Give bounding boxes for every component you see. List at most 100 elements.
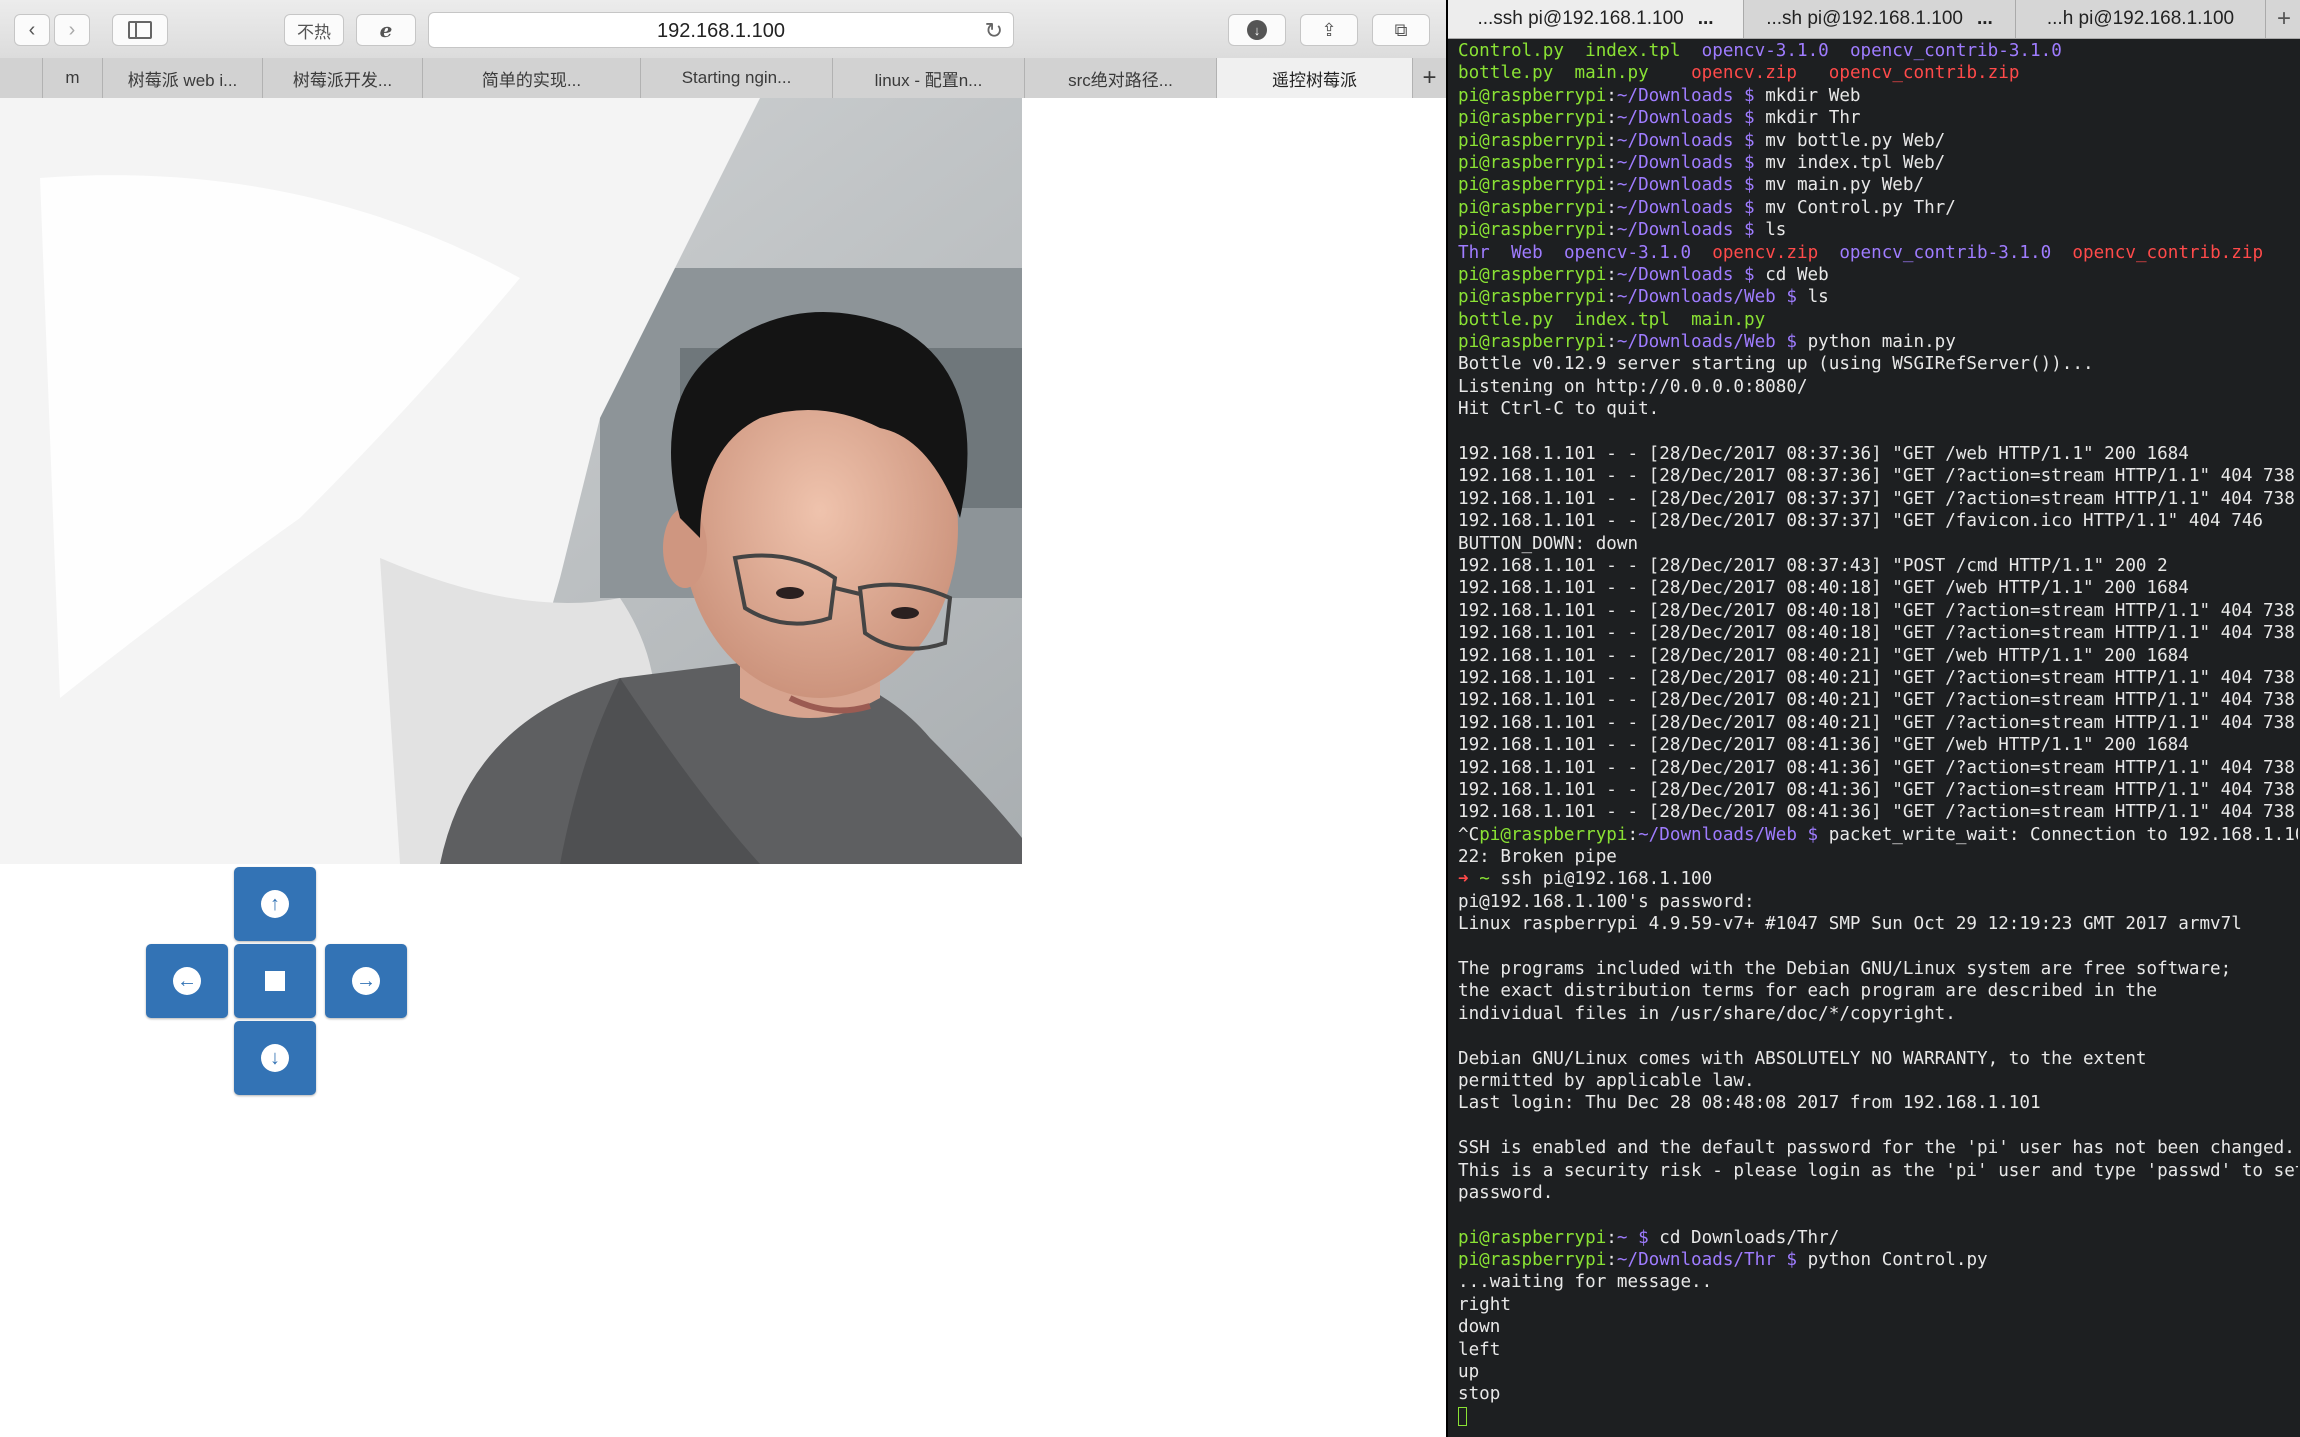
terminal-tab[interactable]: ...sh pi@192.168.1.100...	[1744, 0, 2016, 38]
right-button[interactable]: →	[325, 944, 407, 1018]
page-content: ↑ ← → ↓	[0, 98, 1446, 1437]
sidebar-button[interactable]	[112, 14, 168, 46]
terminal-text: right	[1458, 1294, 1511, 1315]
downloads-button[interactable]: ↓	[1228, 14, 1286, 46]
terminal-text: stop	[1458, 1384, 1501, 1405]
browser-tab[interactable]: 遥控树莓派	[1216, 58, 1412, 98]
terminal-text: :	[1606, 175, 1617, 196]
terminal-text: main.py	[1691, 309, 1766, 330]
terminal-text: ~/Downloads $	[1616, 152, 1766, 173]
tabs-icon: ⧉	[1394, 19, 1408, 40]
terminal-text: password.	[1458, 1182, 1554, 1203]
terminal-text: pi@raspberrypi	[1458, 175, 1607, 196]
terminal-text: 192.168.1.101 - - [28/Dec/2017 08:37:37]…	[1458, 488, 2295, 509]
terminal-text: down	[1458, 1317, 1501, 1338]
terminal-line: 192.168.1.101 - - [28/Dec/2017 08:40:18]…	[1458, 600, 2298, 622]
terminal-tab-label: ...ssh pi@192.168.1.100	[1477, 8, 1684, 29]
terminal-text: 192.168.1.101 - - [28/Dec/2017 08:37:43]…	[1458, 555, 2168, 576]
terminal-text: mv main.py Web/	[1765, 175, 1925, 196]
terminal-text: 192.168.1.101 - - [28/Dec/2017 08:40:21]…	[1458, 712, 2295, 733]
terminal-line: 192.168.1.101 - - [28/Dec/2017 08:41:36]…	[1458, 757, 2298, 779]
browser-tab[interactable]: 树莓派 web i...	[102, 58, 262, 98]
terminal-line: 192.168.1.101 - - [28/Dec/2017 08:41:36]…	[1458, 734, 2298, 756]
terminal-line: down	[1458, 1316, 2298, 1338]
hot-button[interactable]: 不热	[284, 14, 344, 46]
tabs-overview-button[interactable]: ⧉	[1372, 14, 1430, 46]
reload-icon[interactable]: ↻	[985, 18, 1003, 44]
share-button[interactable]: ⇪	[1300, 14, 1358, 46]
terminal-line: 192.168.1.101 - - [28/Dec/2017 08:40:18]…	[1458, 577, 2298, 599]
ie-logo-icon: e	[379, 18, 393, 42]
terminal-text: Web	[1510, 242, 1564, 263]
terminal-line: Control.py index.tpl opencv-3.1.0 opencv…	[1458, 40, 2298, 62]
terminal-line: bottle.py index.tpl main.py	[1458, 309, 2298, 331]
terminal-line: ^Cpi@raspberrypi:~/Downloads/Web $ packe…	[1458, 824, 2298, 846]
terminal-line: up	[1458, 1361, 2298, 1383]
terminal-text: SSH is enabled and the default password …	[1458, 1138, 2295, 1159]
terminal-line: 22: Broken pipe	[1458, 846, 2298, 868]
terminal-line: pi@192.168.1.100's password:	[1458, 891, 2298, 913]
terminal-tab-label: ...h pi@192.168.1.100	[2046, 8, 2235, 29]
share-icon: ⇪	[1321, 19, 1337, 40]
terminal-text: 192.168.1.101 - - [28/Dec/2017 08:40:18]…	[1458, 623, 2295, 644]
terminal-line: The programs included with the Debian GN…	[1458, 958, 2298, 980]
browser-tab[interactable]: 简单的实现...	[422, 58, 640, 98]
back-button[interactable]: ‹	[14, 14, 50, 46]
browser-window: ‹ › 不热 e 192.168.1.100 ↻ ↓ ⇪ ⧉ m 树莓派 web …	[0, 0, 1446, 1437]
terminal-text: 192.168.1.101 - - [28/Dec/2017 08:37:37]…	[1458, 511, 2264, 532]
terminal-text: pi@raspberrypi	[1458, 152, 1607, 173]
terminal-text: ~/Downloads $	[1616, 197, 1766, 218]
stop-icon	[265, 971, 285, 991]
terminal-tab[interactable]: ...ssh pi@192.168.1.100...	[1448, 0, 1744, 38]
stop-button[interactable]	[234, 944, 316, 1018]
terminal-text: 22: Broken pipe	[1458, 847, 1617, 868]
terminal-text: opencv_contrib-3.1.0	[1849, 41, 2062, 61]
arrow-right-icon: →	[352, 967, 380, 995]
new-terminal-tab-button[interactable]: +	[2266, 0, 2300, 38]
terminal-text: mv bottle.py Web/	[1765, 130, 1946, 151]
terminal-text: :	[1627, 824, 1639, 845]
terminal-text: 192.168.1.101 - - [28/Dec/2017 08:41:36]…	[1458, 779, 2295, 800]
terminal-line: permitted by applicable law.	[1458, 1070, 2298, 1092]
ie-tab-button[interactable]: e	[356, 14, 416, 46]
terminal-text: 192.168.1.101 - - [28/Dec/2017 08:41:36]…	[1458, 802, 2295, 823]
terminal-output[interactable]: Control.py index.tpl opencv-3.1.0 opencv…	[1458, 40, 2298, 1428]
terminal-text: 192.168.1.101 - - [28/Dec/2017 08:41:36]…	[1458, 757, 2295, 778]
browser-tab[interactable]: linux - 配置n...	[832, 58, 1024, 98]
terminal-line: pi@raspberrypi:~/Downloads/Web $ python …	[1458, 331, 2298, 353]
tab-more-indicator: ...	[1976, 8, 1993, 29]
terminal-line: pi@raspberrypi:~/Downloads $ mv main.py …	[1458, 174, 2298, 196]
up-button[interactable]: ↑	[234, 867, 316, 941]
terminal-text: 192.168.1.101 - - [28/Dec/2017 08:40:18]…	[1458, 600, 2295, 621]
down-button[interactable]: ↓	[234, 1021, 316, 1095]
terminal-text: mkdir Thr	[1765, 108, 1861, 129]
terminal-line: Last login: Thu Dec 28 08:48:08 2017 fro…	[1458, 1092, 2298, 1114]
terminal-text: python Control.py	[1807, 1250, 1988, 1271]
terminal-text: ~/Downloads $	[1616, 130, 1766, 151]
terminal-text: pi@raspberrypi	[1458, 108, 1607, 129]
terminal-line: 192.168.1.101 - - [28/Dec/2017 08:40:21]…	[1458, 689, 2298, 711]
camera-stream	[0, 98, 1022, 864]
browser-tab[interactable]: m	[42, 58, 102, 98]
terminal-line: Hit Ctrl-C to quit.	[1458, 398, 2298, 420]
terminal-text: ~/Downloads $	[1616, 108, 1766, 129]
browser-tab-bar: m 树莓派 web i... 树莓派开发... 简单的实现... Starting ng…	[0, 58, 1446, 99]
terminal-text: packet_write_wait: Connection to 192.168…	[1828, 824, 2298, 845]
terminal-line: 192.168.1.101 - - [28/Dec/2017 08:37:37]…	[1458, 510, 2298, 532]
terminal-text: permitted by applicable law.	[1458, 1070, 1755, 1091]
browser-tab[interactable]: 树莓派开发...	[262, 58, 422, 98]
terminal-line: 192.168.1.101 - - [28/Dec/2017 08:40:21]…	[1458, 667, 2298, 689]
terminal-tab[interactable]: ...h pi@192.168.1.100	[2016, 0, 2266, 38]
browser-tab[interactable]: Starting ngin...	[640, 58, 832, 98]
forward-button[interactable]: ›	[54, 14, 90, 46]
terminal-window: ...ssh pi@192.168.1.100... ...sh pi@192.1…	[1446, 0, 2300, 1437]
terminal-text: pi@192.168.1.100's password:	[1458, 891, 1755, 912]
browser-tab[interactable]: src绝对路径...	[1024, 58, 1216, 98]
address-bar[interactable]: 192.168.1.100 ↻	[428, 12, 1014, 48]
terminal-text: The programs included with the Debian GN…	[1458, 959, 2232, 980]
left-button[interactable]: ←	[146, 944, 228, 1018]
new-tab-button[interactable]: +	[1412, 58, 1446, 98]
terminal-text: index.tpl	[1574, 309, 1692, 330]
